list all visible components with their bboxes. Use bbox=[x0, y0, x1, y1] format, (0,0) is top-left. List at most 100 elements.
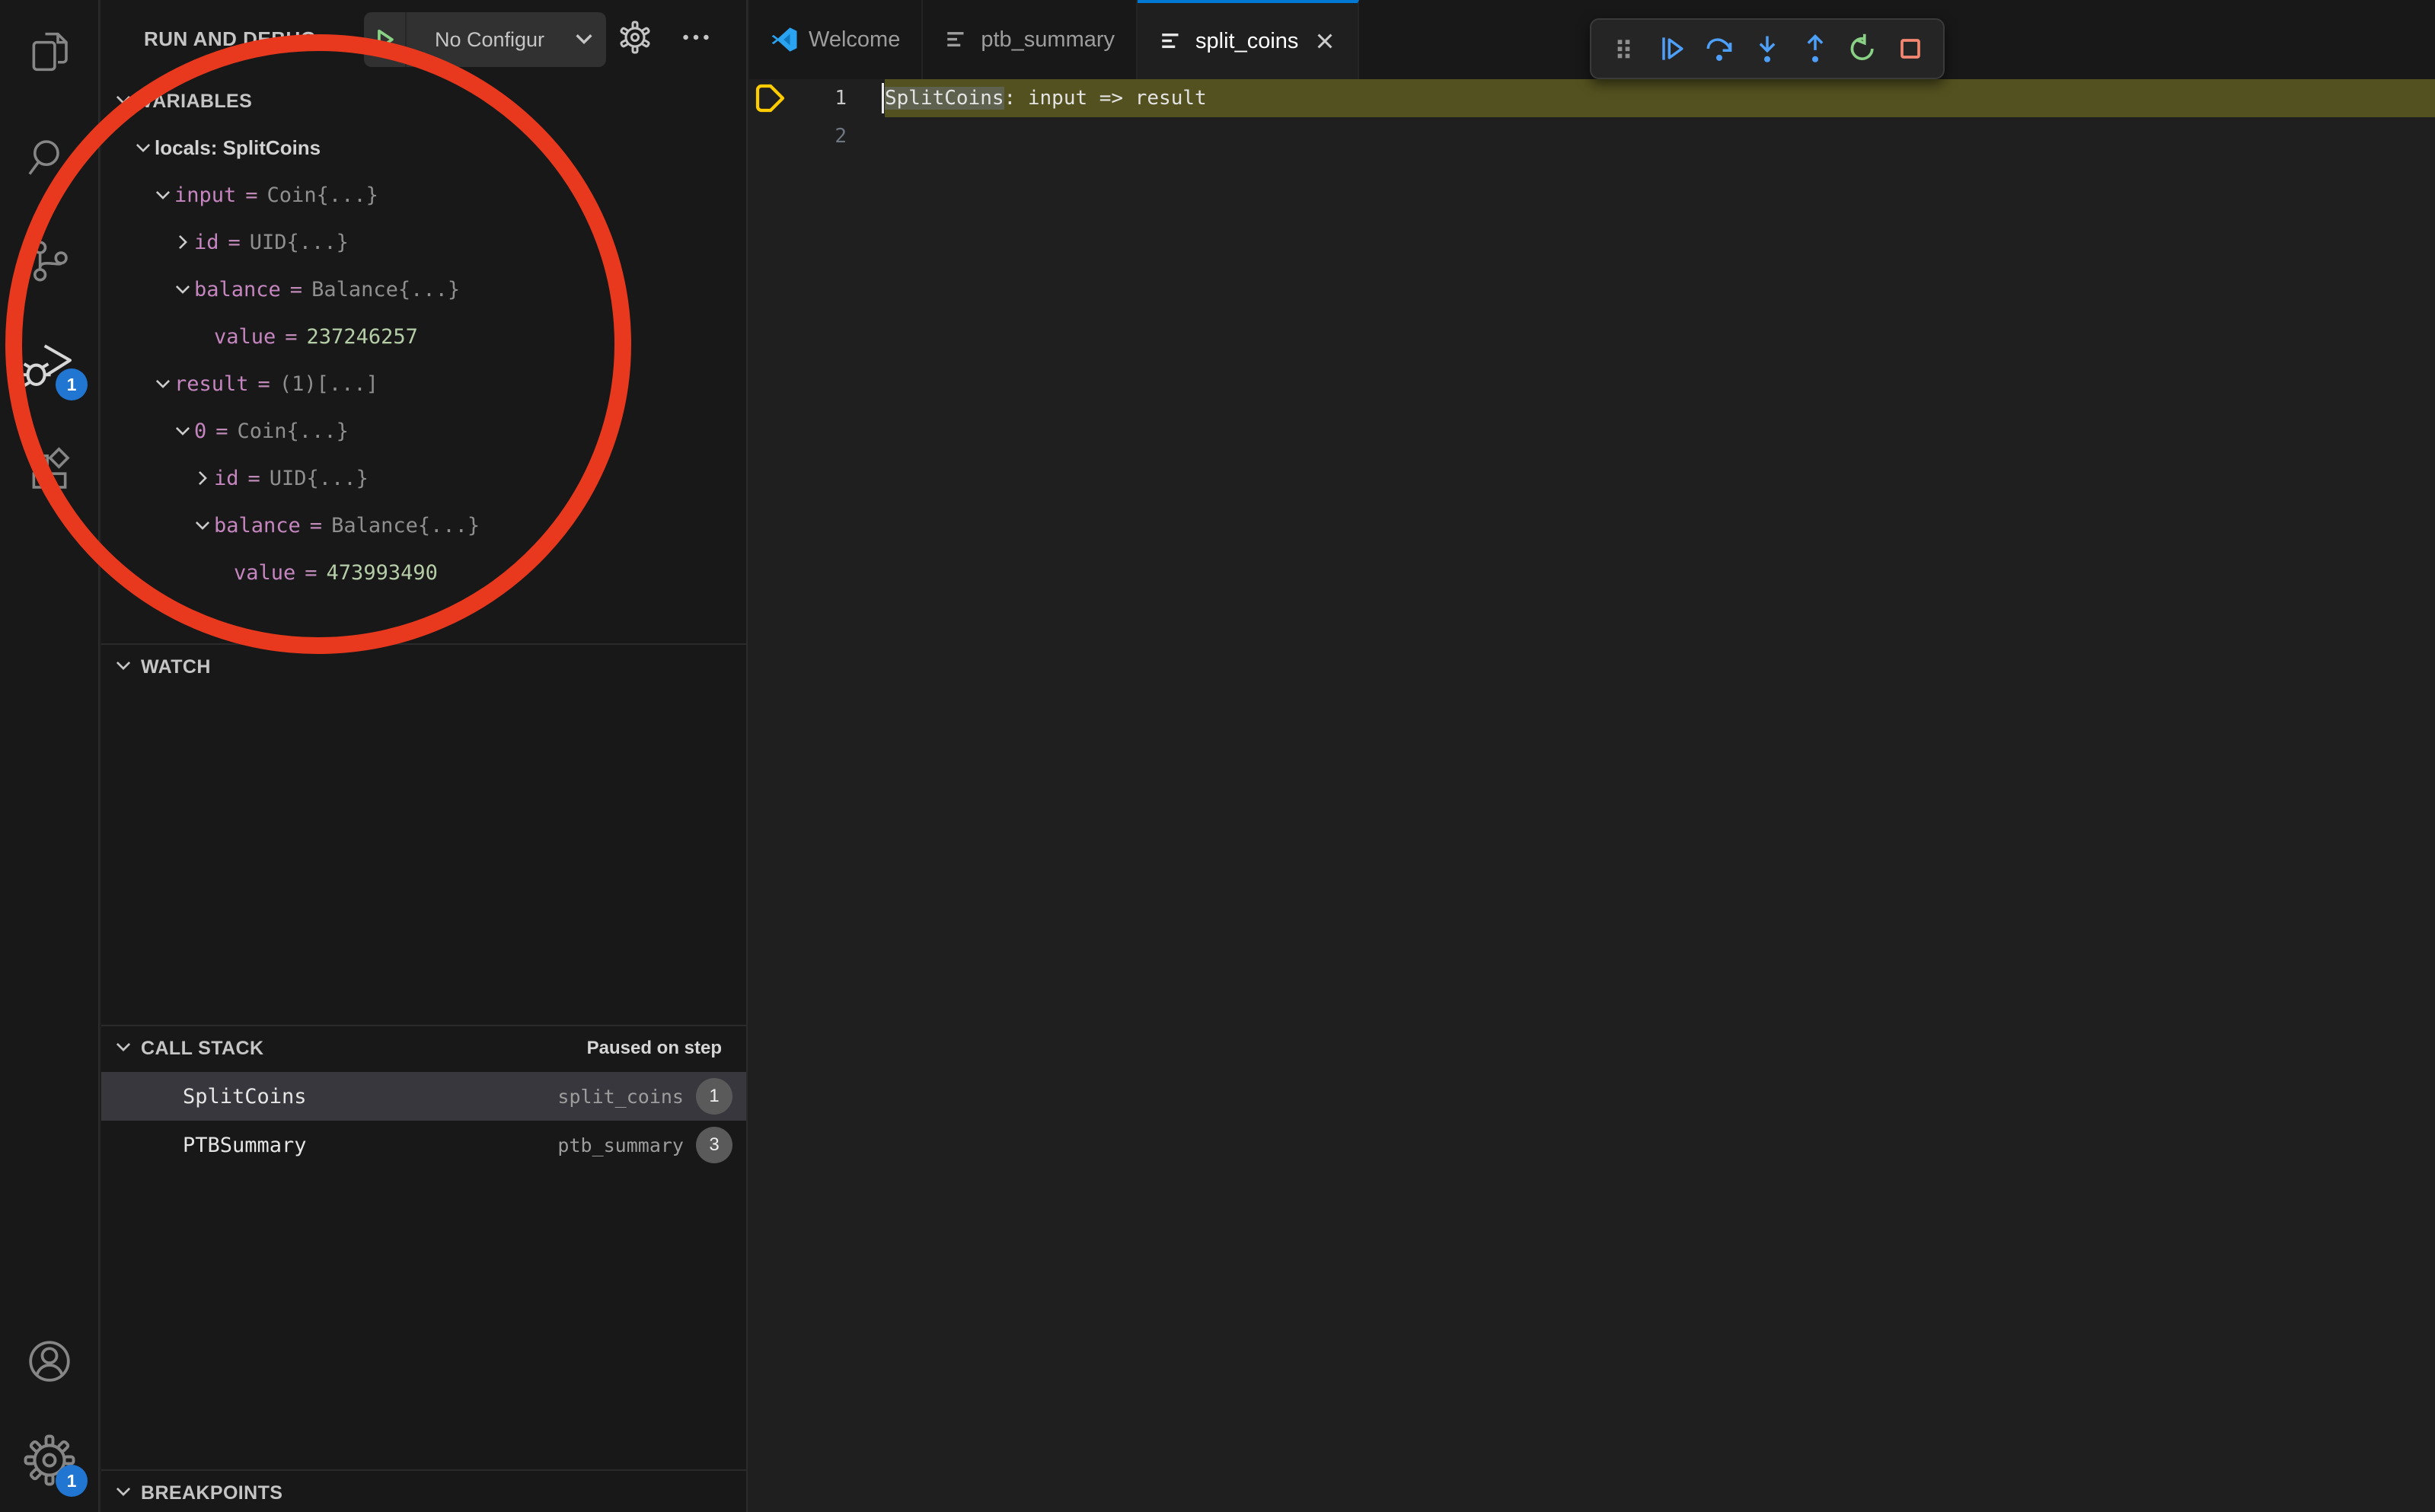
chevron-down-icon[interactable] bbox=[171, 279, 194, 299]
equals-sign: = bbox=[219, 231, 250, 254]
variable-name: value bbox=[234, 561, 295, 585]
tab-ptb-summary[interactable]: ptb_summary bbox=[923, 0, 1138, 79]
chevron-down-icon[interactable] bbox=[171, 421, 194, 441]
stop-button[interactable] bbox=[1888, 27, 1932, 71]
chevron-down-icon[interactable] bbox=[152, 185, 174, 205]
variable-row[interactable]: result=(1)[...] bbox=[101, 360, 746, 407]
variable-value: Coin{...} bbox=[238, 419, 349, 443]
variable-value: Coin{...} bbox=[267, 183, 378, 207]
variable-name: 0 bbox=[194, 419, 206, 443]
equals-sign: = bbox=[301, 514, 331, 537]
chevron-down-icon bbox=[113, 1037, 133, 1061]
stop-icon bbox=[1894, 32, 1927, 65]
frame-line-badge: 1 bbox=[696, 1078, 732, 1115]
section-label: BREAKPOINTS bbox=[141, 1482, 282, 1504]
list-file-icon bbox=[944, 27, 970, 53]
variable-name: result bbox=[174, 372, 249, 396]
variable-row[interactable]: input=Coin{...} bbox=[101, 171, 746, 219]
restart-button[interactable] bbox=[1840, 27, 1884, 71]
scope-row[interactable]: locals: SplitCoins bbox=[101, 124, 746, 171]
variable-value: UID{...} bbox=[250, 231, 349, 254]
variable-name: balance bbox=[194, 278, 281, 301]
frame-name: SplitCoins bbox=[183, 1085, 307, 1108]
variables-section-header[interactable]: VARIABLES bbox=[101, 79, 746, 123]
code-line[interactable]: 1SplitCoins: input => result bbox=[749, 79, 2435, 117]
code-editor[interactable]: 1SplitCoins: input => result 2 bbox=[749, 79, 2435, 1512]
activity-source-control[interactable] bbox=[0, 226, 98, 299]
variable-name: value bbox=[214, 325, 276, 349]
list-file-icon bbox=[1159, 28, 1185, 54]
call-stack-section-header[interactable]: CALL STACK Paused on step bbox=[101, 1026, 746, 1070]
panel-header: RUN AND DEBUG No Configur bbox=[101, 0, 746, 79]
editor-group: Welcome ptb_summary bbox=[749, 0, 2435, 1512]
step-into-button[interactable] bbox=[1745, 27, 1789, 71]
vscode-logo-icon bbox=[771, 26, 798, 53]
chevron-right-icon[interactable] bbox=[171, 232, 194, 252]
debug-badge: 1 bbox=[56, 368, 88, 400]
code-line[interactable]: 2 bbox=[749, 117, 2435, 155]
watch-section-header[interactable]: WATCH bbox=[101, 645, 746, 689]
activity-extensions[interactable] bbox=[0, 435, 98, 509]
debug-config-dropdown[interactable]: No Configur bbox=[364, 12, 606, 67]
close-icon[interactable] bbox=[1313, 30, 1336, 53]
variable-value: Balance{...} bbox=[311, 278, 460, 301]
variable-row[interactable]: id=UID{...} bbox=[101, 455, 746, 502]
breakpoints-section-header[interactable]: BREAKPOINTS bbox=[101, 1471, 746, 1512]
more-actions-button[interactable] bbox=[671, 14, 721, 64]
step-over-button[interactable] bbox=[1697, 27, 1741, 71]
equals-sign: = bbox=[276, 325, 306, 349]
tab-split-coins[interactable]: split_coins bbox=[1138, 0, 1359, 79]
restart-icon bbox=[1846, 32, 1879, 65]
equals-sign: = bbox=[249, 372, 279, 396]
tab-label: split_coins bbox=[1195, 29, 1298, 54]
chevron-down-icon[interactable] bbox=[152, 374, 174, 394]
debug-word-highlight: SplitCoins bbox=[885, 87, 1004, 110]
activity-explorer[interactable] bbox=[0, 17, 98, 90]
toolbar-drag-handle[interactable] bbox=[1602, 27, 1646, 71]
variable-value: 473993490 bbox=[327, 561, 438, 585]
variable-value: Balance{...} bbox=[331, 514, 480, 537]
call-stack-frame[interactable]: PTBSummaryptb_summary3 bbox=[101, 1121, 746, 1169]
activity-accounts[interactable] bbox=[0, 1326, 98, 1399]
variable-row[interactable]: id=UID{...} bbox=[101, 219, 746, 266]
frame-line-badge: 3 bbox=[696, 1127, 732, 1163]
activity-settings[interactable]: 1 bbox=[0, 1425, 98, 1498]
variable-row[interactable]: balance=Balance{...} bbox=[101, 266, 746, 313]
variable-value: 237246257 bbox=[307, 325, 418, 349]
tab-label: ptb_summary bbox=[981, 27, 1115, 53]
section-label: VARIABLES bbox=[141, 91, 252, 113]
settings-badge: 1 bbox=[56, 1465, 88, 1497]
frame-source: split_coins bbox=[557, 1086, 684, 1108]
tab-welcome[interactable]: Welcome bbox=[749, 0, 923, 79]
chevron-right-icon[interactable] bbox=[191, 468, 214, 488]
variables-tree: locals: SplitCoinsinput=Coin{...}id=UID{… bbox=[101, 124, 746, 596]
start-debug-button[interactable] bbox=[364, 12, 407, 67]
variable-value: UID{...} bbox=[270, 467, 369, 490]
variable-row[interactable]: value=473993490 bbox=[101, 549, 746, 596]
debug-config-label: No Configur bbox=[407, 28, 573, 52]
continue-button[interactable] bbox=[1650, 27, 1694, 71]
call-stack-frame[interactable]: SplitCoins split_coins 1 bbox=[101, 1072, 746, 1121]
step-out-button[interactable] bbox=[1793, 27, 1837, 71]
step-out-icon bbox=[1798, 32, 1832, 65]
variable-row[interactable]: 0=Coin{...} bbox=[101, 407, 746, 455]
configure-gear-button[interactable] bbox=[610, 14, 660, 64]
chevron-down-icon[interactable] bbox=[191, 515, 214, 535]
chevron-down-icon[interactable] bbox=[132, 138, 155, 158]
line-number: 2 bbox=[780, 125, 847, 148]
search-icon bbox=[24, 133, 75, 187]
equals-sign: = bbox=[239, 467, 270, 490]
variable-name: id bbox=[194, 231, 219, 254]
variable-name: balance bbox=[214, 514, 301, 537]
activity-search[interactable] bbox=[0, 123, 98, 196]
variable-row[interactable]: value=237246257 bbox=[101, 313, 746, 360]
scope-label: locals: SplitCoins bbox=[155, 136, 321, 160]
extensions-icon bbox=[24, 445, 75, 499]
variable-row[interactable]: balance=Balance{...} bbox=[101, 502, 746, 549]
section-label: CALL STACK bbox=[141, 1038, 263, 1060]
step-into-icon bbox=[1750, 32, 1784, 65]
code-text: SplitCoins: input => result bbox=[885, 87, 1207, 110]
chevron-down-icon bbox=[113, 656, 133, 679]
variable-name: input bbox=[174, 183, 236, 207]
activity-run-and-debug[interactable]: 1 bbox=[0, 329, 98, 402]
